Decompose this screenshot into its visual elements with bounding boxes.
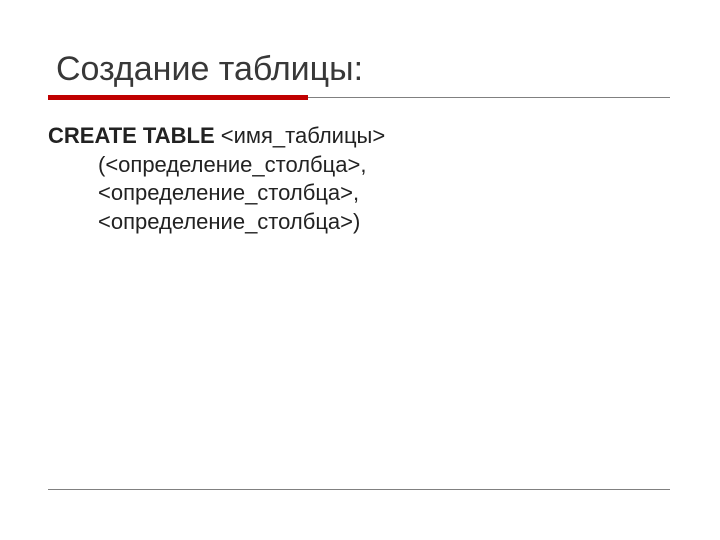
table-name-placeholder: <имя_таблицы> [215, 123, 386, 148]
title-underline [48, 95, 670, 100]
content-line-3: <определение_столбца>, [98, 179, 672, 208]
content-line-2: (<определение_столбца>, [98, 151, 672, 180]
slide-content: CREATE TABLE <имя_таблицы> (<определение… [48, 122, 672, 236]
content-line-1: CREATE TABLE <имя_таблицы> [48, 122, 672, 151]
slide-container: Создание таблицы: CREATE TABLE <имя_табл… [0, 0, 720, 540]
sql-keyword: CREATE TABLE [48, 123, 215, 148]
title-underline-red [48, 95, 308, 100]
content-line-4: <определение_столбца>) [98, 208, 672, 237]
slide-title: Создание таблицы: [56, 50, 672, 89]
footer-divider [48, 489, 670, 490]
